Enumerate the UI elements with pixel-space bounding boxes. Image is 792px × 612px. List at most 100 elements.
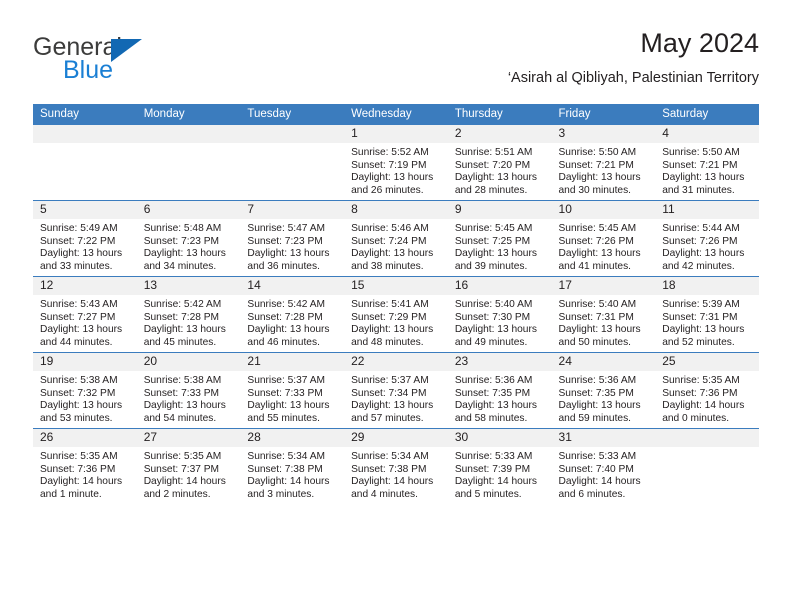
page-title: May 2024 xyxy=(640,28,759,58)
day-number-empty xyxy=(655,429,759,447)
sunrise-line: Sunrise: 5:35 AM xyxy=(662,375,740,386)
sunset-line: Sunset: 7:23 PM xyxy=(143,235,220,247)
day-sun-info: Sunrise: 5:35 AM Sunset: 7:36 PM Daylight:… xyxy=(33,447,137,501)
day-sun-info: Sunrise: 5:34 AM Sunset: 7:38 PM Daylight:… xyxy=(344,447,448,501)
calendar-cell-day-20[interactable]: 20 Sunrise: 5:38 AM Sunset: 7:33 PM Dayligh… xyxy=(136,352,241,429)
daylight-line-1: Daylight: 13 hours xyxy=(662,172,745,184)
daylight-line-2: and 0 minutes. xyxy=(662,412,730,424)
daylight-line-2: and 28 minutes. xyxy=(454,184,528,196)
calendar-cell-day-8[interactable]: 8 Sunrise: 5:46 AM Sunset: 7:24 PM Daylight… xyxy=(344,200,448,277)
calendar-cell-day-3[interactable]: 3 Sunrise: 5:50 AM Sunset: 7:21 PM Daylight… xyxy=(551,125,656,201)
day-sun-info: Sunrise: 5:51 AM Sunset: 7:20 PM Daylight:… xyxy=(448,143,552,197)
sunrise-line: Sunrise: 5:38 AM xyxy=(40,375,118,386)
calendar-cell-day-27[interactable]: 27 Sunrise: 5:35 AM Sunset: 7:37 PM Dayligh… xyxy=(136,428,241,504)
sunrise-line: Sunrise: 5:37 AM xyxy=(247,375,325,386)
calendar-cell-day-10[interactable]: 10 Sunrise: 5:45 AM Sunset: 7:26 PM Dayligh… xyxy=(551,200,656,277)
daylight-line-1: Daylight: 14 hours xyxy=(143,476,226,488)
calendar-cell-day-2[interactable]: 2 Sunrise: 5:51 AM Sunset: 7:20 PM Daylight… xyxy=(447,125,552,201)
day-number: 15 xyxy=(344,277,448,295)
calendar-cell-day-12[interactable]: 12 Sunrise: 5:43 AM Sunset: 7:27 PM Dayligh… xyxy=(33,276,137,353)
sunrise-line: Sunrise: 5:43 AM xyxy=(40,299,118,310)
daylight-line-2: and 49 minutes. xyxy=(454,336,528,348)
day-sun-info: Sunrise: 5:36 AM Sunset: 7:35 PM Daylight:… xyxy=(448,371,552,425)
calendar-cell-day-24[interactable]: 24 Sunrise: 5:36 AM Sunset: 7:35 PM Dayligh… xyxy=(551,352,656,429)
sunset-line: Sunset: 7:38 PM xyxy=(247,463,323,475)
sunrise-line: Sunrise: 5:37 AM xyxy=(351,375,429,386)
calendar-cell-day-21[interactable]: 21 Sunrise: 5:37 AM Sunset: 7:33 PM Dayligh… xyxy=(240,352,345,429)
sunset-line: Sunset: 7:20 PM xyxy=(454,159,531,171)
calendar-cell-day-7[interactable]: 7 Sunrise: 5:47 AM Sunset: 7:23 PM Daylight… xyxy=(240,200,345,277)
calendar-cell-day-11[interactable]: 11 Sunrise: 5:44 AM Sunset: 7:26 PM Dayligh… xyxy=(655,200,759,277)
daylight-line-1: Daylight: 14 hours xyxy=(351,476,434,488)
daylight-line-2: and 26 minutes. xyxy=(351,184,424,196)
calendar-cell-day-29[interactable]: 29 Sunrise: 5:34 AM Sunset: 7:38 PM Dayligh… xyxy=(344,428,448,504)
sunrise-line: Sunrise: 5:45 AM xyxy=(558,223,637,234)
calendar-cell-day-13[interactable]: 13 Sunrise: 5:42 AM Sunset: 7:28 PM Dayligh… xyxy=(136,276,241,353)
daylight-line-2: and 46 minutes. xyxy=(247,336,320,348)
daylight-line-1: Daylight: 13 hours xyxy=(662,324,745,336)
calendar-cell-day-15[interactable]: 15 Sunrise: 5:41 AM Sunset: 7:29 PM Dayligh… xyxy=(344,276,448,353)
daylight-line-2: and 52 minutes. xyxy=(662,336,735,348)
calendar-cell-day-19[interactable]: 19 Sunrise: 5:38 AM Sunset: 7:32 PM Dayligh… xyxy=(33,352,137,429)
daylight-line-2: and 34 minutes. xyxy=(143,260,217,272)
sunset-line: Sunset: 7:29 PM xyxy=(351,311,427,323)
daylight-line-2: and 4 minutes. xyxy=(351,488,418,500)
sunrise-line: Sunrise: 5:34 AM xyxy=(247,451,325,462)
generalblue-logo[interactable]: General Blue xyxy=(33,34,213,90)
calendar-cell-day-26[interactable]: 26 Sunrise: 5:35 AM Sunset: 7:36 PM Dayligh… xyxy=(33,428,137,504)
day-number: 31 xyxy=(551,429,656,447)
calendar-cell-day-5[interactable]: 5 Sunrise: 5:49 AM Sunset: 7:22 PM Daylight… xyxy=(33,200,137,277)
weekday-header-thursday: Thursday xyxy=(447,104,552,125)
day-sun-info: Sunrise: 5:45 AM Sunset: 7:25 PM Daylight:… xyxy=(448,219,552,273)
calendar-cell-day-4[interactable]: 4 Sunrise: 5:50 AM Sunset: 7:21 PM Daylight… xyxy=(655,125,759,201)
calendar-cell-day-23[interactable]: 23 Sunrise: 5:36 AM Sunset: 7:35 PM Dayligh… xyxy=(447,352,552,429)
day-number-empty xyxy=(33,125,137,143)
day-number: 10 xyxy=(551,201,656,219)
calendar-cell-day-28[interactable]: 28 Sunrise: 5:34 AM Sunset: 7:38 PM Dayligh… xyxy=(240,428,345,504)
calendar-cell-empty xyxy=(136,125,241,201)
day-number: 26 xyxy=(33,429,137,447)
calendar-cell-day-17[interactable]: 17 Sunrise: 5:40 AM Sunset: 7:31 PM Dayligh… xyxy=(551,276,656,353)
day-number: 24 xyxy=(551,353,656,371)
daylight-line-1: Daylight: 13 hours xyxy=(247,324,330,336)
calendar-week-row: 26 Sunrise: 5:35 AM Sunset: 7:36 PM Dayligh… xyxy=(33,428,759,504)
calendar-cell-empty xyxy=(655,428,759,504)
day-sun-info: Sunrise: 5:35 AM Sunset: 7:37 PM Daylight:… xyxy=(137,447,241,501)
day-sun-info: Sunrise: 5:35 AM Sunset: 7:36 PM Daylight:… xyxy=(655,371,759,425)
sunset-line: Sunset: 7:35 PM xyxy=(454,387,531,399)
day-number: 17 xyxy=(551,277,656,295)
calendar-cell-empty xyxy=(240,125,345,201)
day-sun-info: Sunrise: 5:33 AM Sunset: 7:40 PM Daylight:… xyxy=(552,447,656,501)
weekday-header-sunday: Sunday xyxy=(33,104,137,125)
calendar-cell-day-14[interactable]: 14 Sunrise: 5:42 AM Sunset: 7:28 PM Dayligh… xyxy=(240,276,345,353)
daylight-line-1: Daylight: 13 hours xyxy=(558,324,641,336)
calendar-cell-day-18[interactable]: 18 Sunrise: 5:39 AM Sunset: 7:31 PM Dayligh… xyxy=(655,276,759,353)
day-number: 14 xyxy=(240,277,345,295)
day-sun-info: Sunrise: 5:40 AM Sunset: 7:31 PM Daylight:… xyxy=(552,295,656,349)
calendar-cell-day-22[interactable]: 22 Sunrise: 5:37 AM Sunset: 7:34 PM Dayligh… xyxy=(344,352,448,429)
calendar-grid: Sunday Monday Tuesday Wednesday Thursday Frid… xyxy=(33,104,759,504)
day-sun-info: Sunrise: 5:38 AM Sunset: 7:32 PM Daylight:… xyxy=(33,371,137,425)
daylight-line-2: and 50 minutes. xyxy=(558,336,632,348)
sunrise-line: Sunrise: 5:38 AM xyxy=(143,375,222,386)
calendar-cell-day-6[interactable]: 6 Sunrise: 5:48 AM Sunset: 7:23 PM Daylight… xyxy=(136,200,241,277)
calendar-cell-day-31[interactable]: 31 Sunrise: 5:33 AM Sunset: 7:40 PM Dayligh… xyxy=(551,428,656,504)
calendar-cell-day-9[interactable]: 9 Sunrise: 5:45 AM Sunset: 7:25 PM Daylight… xyxy=(447,200,552,277)
daylight-line-2: and 5 minutes. xyxy=(454,488,522,500)
daylight-line-2: and 55 minutes. xyxy=(247,412,320,424)
daylight-line-1: Daylight: 13 hours xyxy=(454,324,537,336)
daylight-line-2: and 54 minutes. xyxy=(143,412,217,424)
calendar-cell-day-1[interactable]: 1 Sunrise: 5:52 AM Sunset: 7:19 PM Daylight… xyxy=(344,125,448,201)
daylight-line-1: Daylight: 14 hours xyxy=(558,476,641,488)
calendar-cell-day-25[interactable]: 25 Sunrise: 5:35 AM Sunset: 7:36 PM Dayligh… xyxy=(655,352,759,429)
sunset-line: Sunset: 7:38 PM xyxy=(351,463,427,475)
day-sun-info: Sunrise: 5:52 AM Sunset: 7:19 PM Daylight:… xyxy=(344,143,448,197)
daylight-line-1: Daylight: 13 hours xyxy=(143,324,226,336)
sunset-line: Sunset: 7:33 PM xyxy=(143,387,220,399)
day-sun-info: Sunrise: 5:40 AM Sunset: 7:30 PM Daylight:… xyxy=(448,295,552,349)
calendar-cell-day-16[interactable]: 16 Sunrise: 5:40 AM Sunset: 7:30 PM Dayligh… xyxy=(447,276,552,353)
calendar-cell-day-30[interactable]: 30 Sunrise: 5:33 AM Sunset: 7:39 PM Dayligh… xyxy=(447,428,552,504)
sunset-line: Sunset: 7:30 PM xyxy=(454,311,531,323)
daylight-line-1: Daylight: 13 hours xyxy=(40,324,123,336)
page-header: General Blue May 2024 ‘Asirah al Qibliya… xyxy=(33,26,759,98)
